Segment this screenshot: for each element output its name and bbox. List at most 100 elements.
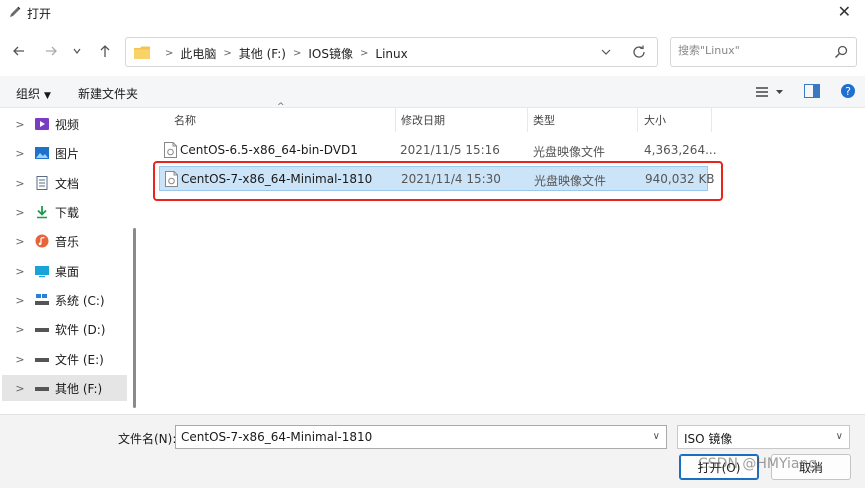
close-icon[interactable]: ✕ — [838, 2, 851, 21]
sidebar-item-label: 下载 — [55, 205, 80, 220]
chevron-right-icon[interactable]: > — [10, 177, 30, 190]
file-size: 4,363,264... — [644, 143, 717, 157]
column-header-name[interactable]: 名称 — [174, 108, 196, 132]
chevron-right-icon[interactable]: > — [223, 48, 231, 59]
sidebar-item-label: 图片 — [55, 146, 80, 161]
chevron-right-icon[interactable]: > — [10, 265, 30, 278]
preview-pane-icon[interactable] — [804, 84, 820, 98]
chevron-right-icon[interactable]: > — [10, 118, 30, 131]
download-icon — [34, 204, 50, 220]
chevron-right-icon: > — [165, 48, 174, 59]
folder-icon — [134, 46, 150, 59]
dialog-footer: 文件名(N): ∨ ISO 镜像 ∨ 打开(O) 取消 CSDN @HMYian… — [0, 414, 865, 488]
music-icon — [34, 233, 50, 249]
chevron-down-icon[interactable] — [600, 45, 612, 59]
column-divider[interactable] — [527, 108, 528, 132]
file-name: CentOS-7-x86_64-Minimal-1810 — [181, 172, 373, 186]
filetype-value: ISO 镜像 — [684, 432, 733, 446]
breadcrumb-drive-f[interactable]: 其他 (F:) — [239, 45, 286, 62]
address-bar[interactable]: > 此电脑 > 其他 (F:) > IOS镜像 > Linux — [125, 37, 658, 67]
disc-image-file-icon — [165, 171, 178, 187]
sidebar-item-music[interactable]: > 音乐 — [2, 228, 127, 254]
sort-ascending-icon: ^ — [277, 102, 285, 112]
video-icon — [34, 116, 50, 132]
column-header-size[interactable]: 大小 — [644, 108, 666, 132]
column-header-date[interactable]: 修改日期 — [401, 108, 445, 132]
window-title: 打开 — [27, 7, 52, 21]
sidebar-item-label: 视频 — [55, 117, 80, 132]
chevron-right-icon[interactable]: > — [10, 294, 30, 307]
chevron-right-icon[interactable]: > — [10, 235, 30, 248]
sidebar-item-label: 音乐 — [55, 234, 80, 249]
sidebar-item-drive-e[interactable]: > 文件 (E:) — [2, 346, 127, 372]
file-list: ^ 名称 修改日期 类型 大小 CentOS-6.5-x86_64-bin-DV… — [143, 102, 865, 414]
back-arrow-icon[interactable] — [8, 40, 30, 62]
sidebar-item-drive-d[interactable]: > 软件 (D:) — [2, 316, 127, 342]
documents-icon — [34, 175, 50, 191]
sidebar-item-label: 文档 — [55, 176, 80, 191]
sidebar-item-videos[interactable]: > 视频 — [2, 111, 127, 137]
chevron-right-icon[interactable]: > — [10, 353, 30, 366]
view-menu-icon[interactable] — [755, 84, 785, 100]
chevron-right-icon[interactable]: > — [10, 206, 30, 219]
filename-label: 文件名(N): — [118, 432, 177, 446]
organize-button[interactable]: 组织 ▼ — [16, 85, 51, 102]
column-header-type[interactable]: 类型 — [533, 108, 555, 132]
search-box[interactable] — [670, 37, 857, 67]
breadcrumb-ios-folder[interactable]: IOS镜像 — [308, 45, 353, 62]
disc-image-file-icon — [164, 142, 177, 158]
sidebar-item-label: 软件 (D:) — [55, 322, 106, 337]
organize-label: 组织 — [16, 87, 41, 101]
up-arrow-icon[interactable] — [94, 40, 116, 62]
file-date: 2021/11/4 15:30 — [401, 172, 501, 186]
sidebar-item-desktop[interactable]: > 桌面 — [2, 258, 127, 284]
search-input[interactable] — [678, 44, 828, 57]
windows-drive-icon — [34, 292, 50, 308]
file-row[interactable]: CentOS-6.5-x86_64-bin-DVD1 2021/11/5 15:… — [159, 138, 717, 163]
filename-combobox[interactable]: ∨ — [175, 425, 667, 449]
column-divider[interactable] — [637, 108, 638, 132]
sidebar-item-label: 桌面 — [55, 264, 80, 279]
help-icon[interactable]: ? — [840, 83, 856, 99]
svg-text:?: ? — [845, 85, 851, 98]
chevron-down-icon[interactable]: ∨ — [653, 431, 660, 442]
drive-icon — [34, 321, 50, 337]
filename-input[interactable] — [181, 430, 641, 444]
breadcrumb-this-pc[interactable]: 此电脑 — [180, 45, 216, 62]
search-icon[interactable] — [834, 45, 848, 59]
pen-icon — [10, 6, 21, 17]
sidebar-scrollbar[interactable] — [133, 228, 136, 408]
sidebar-item-drive-f[interactable]: > 其他 (F:) — [2, 375, 127, 401]
sidebar-item-documents[interactable]: > 文档 — [2, 170, 127, 196]
breadcrumb-linux[interactable]: Linux — [375, 47, 407, 61]
sidebar-item-downloads[interactable]: > 下载 — [2, 199, 127, 225]
watermark: CSDN @HMYiang — [698, 456, 818, 472]
caret-down-icon: ▼ — [44, 91, 51, 101]
chevron-right-icon[interactable]: > — [360, 48, 368, 59]
forward-arrow-icon[interactable] — [40, 40, 62, 62]
file-name: CentOS-6.5-x86_64-bin-DVD1 — [180, 143, 358, 157]
chevron-right-icon[interactable]: > — [10, 382, 30, 395]
breadcrumb: > 此电脑 > 其他 (F:) > IOS镜像 > Linux — [158, 45, 408, 62]
file-date: 2021/11/5 15:16 — [400, 143, 500, 157]
chevron-right-icon[interactable]: > — [10, 323, 30, 336]
refresh-icon[interactable] — [631, 44, 647, 60]
sidebar-item-pictures[interactable]: > 图片 — [2, 140, 127, 166]
chevron-right-icon[interactable]: > — [293, 48, 301, 59]
recent-dropdown-icon[interactable] — [66, 40, 88, 62]
chevron-right-icon[interactable]: > — [10, 147, 30, 160]
column-divider[interactable] — [711, 108, 712, 132]
file-type: 光盘映像文件 — [534, 174, 607, 188]
sidebar-item-drive-c[interactable]: > 系统 (C:) — [2, 287, 127, 313]
pictures-icon — [34, 145, 50, 161]
new-folder-button[interactable]: 新建文件夹 — [78, 85, 138, 102]
chevron-down-icon[interactable]: ∨ — [836, 431, 843, 442]
file-row[interactable]: CentOS-7-x86_64-Minimal-1810 2021/11/4 1… — [159, 166, 715, 191]
navigation-bar: > 此电脑 > 其他 (F:) > IOS镜像 > Linux — [0, 34, 865, 70]
drive-icon — [34, 351, 50, 367]
command-toolbar: 组织 ▼ 新建文件夹 ? — [0, 76, 865, 108]
navigation-pane: > 视频 > 图片 > 文档 > 下载 > 音乐 > 桌面 > 系统 (C:) … — [0, 108, 143, 414]
title-bar: 打开 ✕ — [0, 0, 865, 26]
filetype-select[interactable]: ISO 镜像 ∨ — [677, 425, 850, 449]
column-divider[interactable] — [395, 108, 396, 132]
